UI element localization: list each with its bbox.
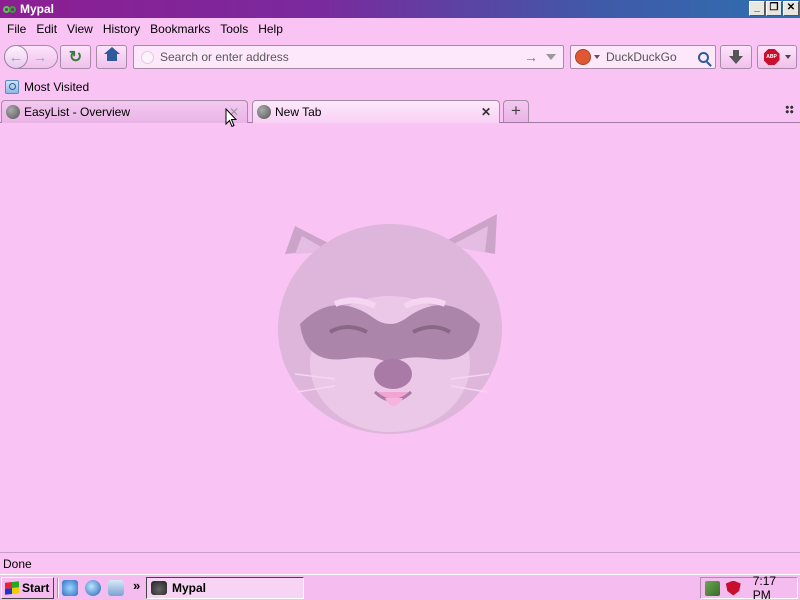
adblock-plus-icon: ABP — [763, 49, 780, 65]
globe-icon — [6, 105, 20, 119]
quick-launch-separator — [57, 578, 59, 598]
site-identity-icon[interactable] — [141, 50, 154, 64]
tab-groups-icon[interactable] — [785, 105, 794, 114]
bookmarks-toolbar: Most Visited — [0, 76, 800, 98]
back-forward-group: ← → — [4, 45, 58, 69]
tab-new-tab[interactable]: New Tab ✕ — [252, 100, 500, 123]
chevron-down-icon[interactable] — [784, 55, 791, 59]
back-arrow-icon: ← — [8, 48, 24, 66]
downloads-button[interactable] — [720, 45, 752, 69]
bookmark-most-visited[interactable]: Most Visited — [24, 80, 89, 94]
reload-icon: ↻ — [68, 49, 83, 66]
home-icon — [103, 47, 120, 63]
menu-view[interactable]: View — [62, 22, 98, 36]
new-tab-button[interactable]: + — [503, 100, 529, 122]
quick-launch-chevron-icon[interactable]: » — [133, 578, 140, 593]
forward-button[interactable]: → — [33, 49, 47, 65]
window-controls: _ ❐ ✕ — [749, 1, 799, 16]
duckduckgo-icon[interactable] — [575, 49, 591, 65]
address-bar[interactable]: → — [133, 45, 564, 69]
status-bar: Done — [0, 552, 800, 574]
download-arrow-icon — [729, 50, 743, 64]
search-input[interactable] — [606, 50, 694, 64]
search-bar[interactable] — [570, 45, 716, 69]
mypal-app-icon — [3, 3, 17, 15]
security-shield-icon[interactable] — [725, 580, 741, 596]
menu-tools[interactable]: Tools — [215, 22, 253, 36]
tab-strip: EasyList - Overview ✕ New Tab ✕ + — [0, 98, 800, 123]
restore-button[interactable]: ❐ — [766, 1, 782, 16]
taskbar-item-label: Mypal — [172, 581, 207, 595]
tab-easylist-overview[interactable]: EasyList - Overview ✕ — [1, 100, 248, 123]
page-content — [0, 124, 800, 552]
outlook-express-icon[interactable] — [108, 580, 124, 596]
taskbar-item-mypal[interactable]: Mypal — [146, 577, 304, 599]
taskbar: Start » Mypal 7:17 PM — [0, 574, 800, 600]
mouse-cursor-icon — [225, 108, 237, 128]
raccoon-app-icon — [151, 581, 167, 595]
windows-flag-icon — [5, 581, 19, 595]
internet-explorer-icon[interactable] — [85, 580, 101, 596]
title-bar[interactable]: Mypal _ ❐ ✕ — [0, 0, 800, 18]
search-engine-dropdown-icon[interactable] — [594, 55, 600, 59]
search-icon[interactable] — [698, 51, 709, 63]
network-icon[interactable] — [705, 580, 720, 596]
globe-icon — [257, 105, 271, 119]
menu-edit[interactable]: Edit — [31, 22, 62, 36]
home-button[interactable] — [96, 45, 127, 69]
menu-bar: File Edit View History Bookmarks Tools H… — [0, 18, 800, 40]
menu-file[interactable]: File — [2, 22, 31, 36]
reload-button[interactable]: ↻ — [60, 45, 91, 69]
system-tray: 7:17 PM — [700, 574, 798, 600]
start-label: Start — [22, 581, 50, 595]
raccoon-face-image — [278, 214, 502, 434]
show-desktop-icon[interactable] — [62, 580, 78, 596]
address-input[interactable] — [160, 50, 524, 64]
history-dropdown-icon[interactable] — [546, 54, 556, 60]
navigation-toolbar: ← → ↻ → ABP — [0, 40, 800, 74]
back-button[interactable]: ← — [4, 45, 28, 69]
menu-help[interactable]: Help — [253, 22, 288, 36]
minimize-button[interactable]: _ — [749, 1, 765, 16]
adblock-plus-button[interactable]: ABP — [757, 45, 797, 69]
go-arrow-icon[interactable]: → — [524, 49, 538, 65]
status-text: Done — [3, 556, 32, 571]
tab-label: EasyList - Overview — [24, 105, 131, 119]
window-title: Mypal — [20, 2, 55, 16]
clock[interactable]: 7:17 PM — [753, 574, 797, 600]
menu-history[interactable]: History — [98, 22, 145, 36]
menu-bookmarks[interactable]: Bookmarks — [145, 22, 215, 36]
most-visited-icon — [5, 80, 19, 94]
tab-close-icon[interactable]: ✕ — [479, 105, 493, 119]
start-button[interactable]: Start — [1, 577, 54, 599]
tab-label: New Tab — [275, 105, 322, 119]
close-button[interactable]: ✕ — [783, 1, 799, 16]
